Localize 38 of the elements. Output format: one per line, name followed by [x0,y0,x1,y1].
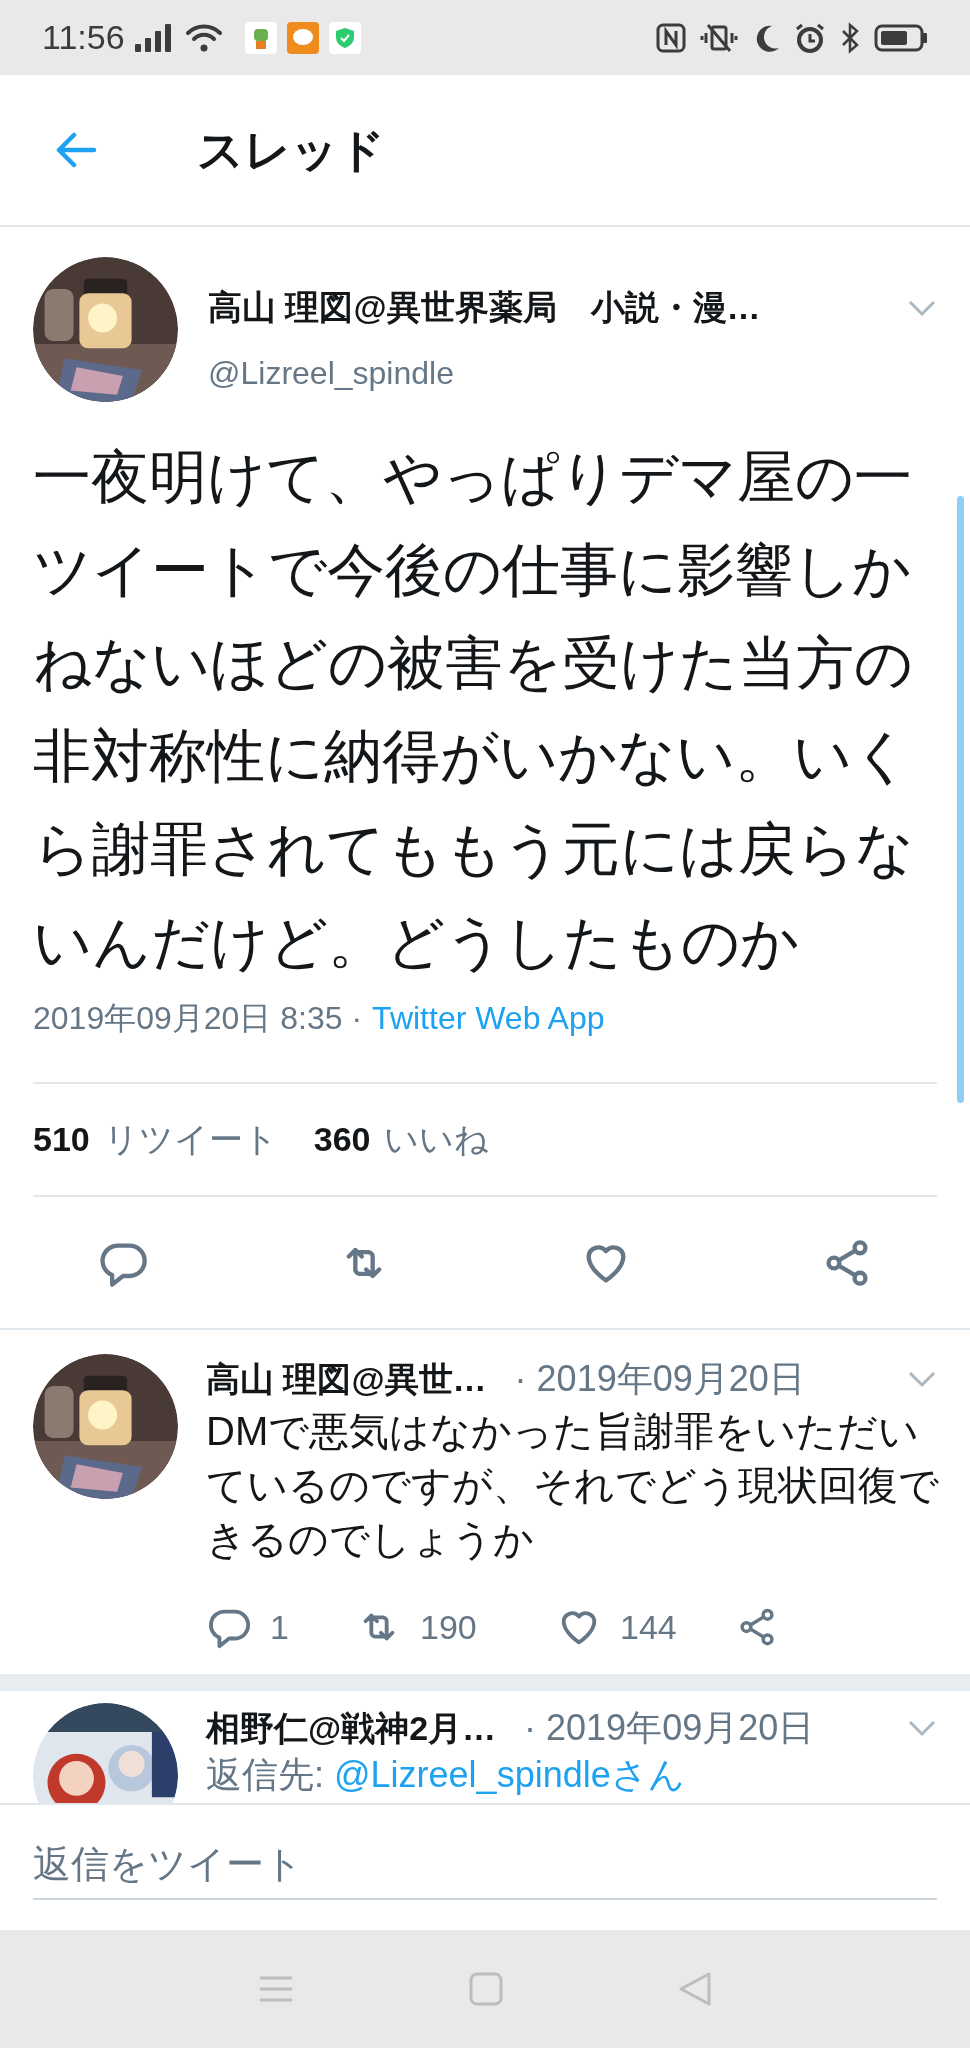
stat-count: 360 [313,1119,371,1160]
home-icon[interactable] [469,1972,503,2006]
user-name[interactable]: 高山 理図@異世… [206,1353,487,1405]
shield-icon [328,21,361,54]
back-triangle-icon[interactable] [678,1971,713,2007]
battery-icon [874,22,928,53]
menu-icon[interactable] [257,1974,294,2004]
tweet-timestamp: 2019年09月20日 8:35 · [33,999,363,1038]
reply-button[interactable]: 1 [206,1601,356,1653]
mention-link[interactable]: @Lizreel_spindleさん [334,1753,685,1797]
robot-icon [244,21,277,54]
user-name[interactable]: 相野仁@戦神2月… [206,1702,497,1754]
reply-date: · 2019年09月20日 [524,1706,815,1750]
reply-to-label: 返信先: [206,1753,324,1797]
reply-text: DMで悪気はなかった旨謝罪をいただいているのですが、それでどう現状回復できるのでしょうか [206,1408,940,1563]
like-button[interactable]: 144 [556,1601,736,1653]
alarm-icon [794,21,826,54]
vibrate-off-icon [700,22,738,53]
chevron-down-icon[interactable] [907,298,937,317]
chat-bubble-icon [286,21,319,54]
retweet-button[interactable]: 190 [356,1601,556,1653]
chevron-down-icon[interactable] [907,1719,937,1737]
back-icon [54,132,98,168]
status-time: 11:56 [42,17,125,58]
nfc-icon [656,22,686,53]
stat-count: 510 [33,1119,90,1160]
source-link[interactable]: Twitter Web App [372,994,605,1042]
reply-date: · 2019年09月20日 [514,1357,805,1401]
bluetooth-icon [840,21,860,54]
wifi-icon [184,22,223,53]
tweet-text: 一夜明けて、やっぱりデマ屋の一ツイートで今後の仕事に影響しかねないほどの被害を受けた当方の非対称性に納得がいかない。いくら謝罪されてももう元には戻らないんだけど。どうしたものか [33,443,915,976]
page-title: スレッド [197,122,385,178]
chevron-down-icon[interactable] [907,1370,937,1388]
user-name[interactable]: 高山 理図@異世界薬局 小説・漫… [208,282,761,333]
user-handle[interactable]: @Lizreel_spindle [208,349,937,397]
stat-label[interactable]: いいね [384,1114,490,1165]
stat-label[interactable]: リツイート [103,1114,278,1165]
reply-input[interactable]: 返信をツイート [33,1830,937,1900]
